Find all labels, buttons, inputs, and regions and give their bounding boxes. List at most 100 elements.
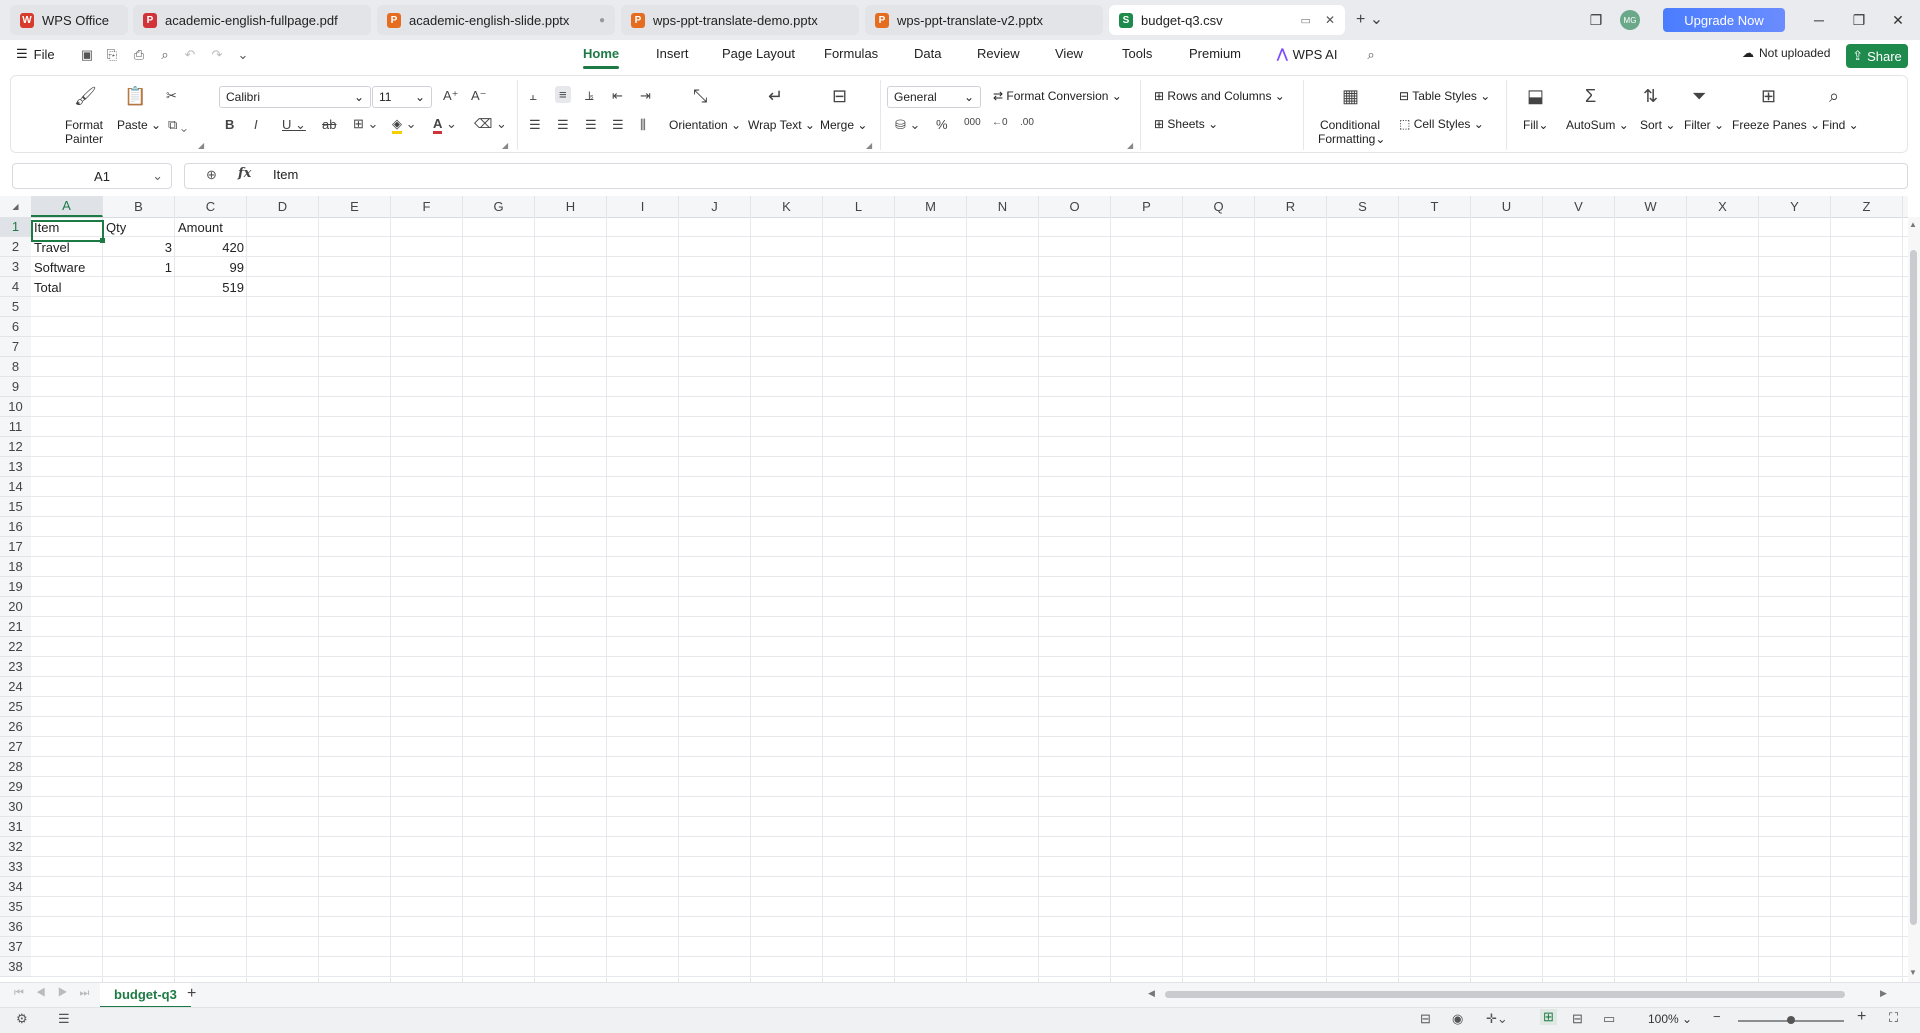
- row-header[interactable]: 7: [0, 337, 31, 357]
- cell-styles-button[interactable]: ⬚ Cell Styles ⌄: [1399, 117, 1484, 131]
- row-header[interactable]: 20: [0, 597, 31, 617]
- row-header[interactable]: 13: [0, 457, 31, 477]
- scroll-down-icon[interactable]: ▼: [1909, 968, 1917, 977]
- row-header[interactable]: 4: [0, 277, 31, 297]
- cut-icon[interactable]: ✂: [166, 88, 177, 104]
- font-name-select[interactable]: Calibri ⌄: [219, 86, 371, 108]
- cell-a4[interactable]: Total: [31, 277, 103, 297]
- tab-page-layout[interactable]: Page Layout: [722, 46, 795, 61]
- strikethrough-icon[interactable]: ab: [322, 117, 336, 132]
- tab-premium[interactable]: Premium: [1189, 46, 1241, 61]
- row-header[interactable]: 2: [0, 237, 31, 257]
- sheets-button[interactable]: ⊞ Sheets ⌄: [1154, 117, 1218, 131]
- cell-c1[interactable]: Amount: [175, 217, 247, 237]
- print-preview-icon[interactable]: ⌕: [156, 46, 174, 64]
- fill-icon[interactable]: ⬓: [1527, 86, 1544, 107]
- row-header[interactable]: 22: [0, 637, 31, 657]
- undo-icon[interactable]: ↶: [181, 46, 199, 64]
- merge-button[interactable]: Merge ⌄: [820, 118, 867, 132]
- minimize-icon[interactable]: ─: [1805, 8, 1833, 32]
- row-header[interactable]: 12: [0, 437, 31, 457]
- autosum-icon[interactable]: Σ: [1585, 86, 1596, 107]
- tab-preview-icon[interactable]: ▭: [1301, 14, 1311, 27]
- tab-tools[interactable]: Tools: [1122, 46, 1152, 61]
- find-icon[interactable]: ⌕: [1829, 86, 1839, 107]
- row-header[interactable]: 14: [0, 477, 31, 497]
- row-header[interactable]: 34: [0, 877, 31, 897]
- window-options-icon[interactable]: ❐: [1582, 8, 1610, 32]
- row-header[interactable]: 28: [0, 757, 31, 777]
- vertical-scroll-thumb[interactable]: [1910, 250, 1917, 925]
- sheet-nav-arrows[interactable]: ⏮◀▶⏭: [14, 987, 101, 1000]
- zoom-formula-icon[interactable]: ⊕: [206, 167, 217, 183]
- cell-b1[interactable]: Qty: [103, 217, 175, 237]
- new-tab-icon[interactable]: + ⌄: [1356, 9, 1383, 29]
- cell-b2[interactable]: 3: [103, 237, 175, 257]
- row-header[interactable]: 6: [0, 317, 31, 337]
- row-header[interactable]: 18: [0, 557, 31, 577]
- column-header[interactable]: M: [895, 196, 967, 217]
- tab-formulas[interactable]: Formulas: [824, 46, 878, 61]
- tab-home[interactable]: Home: [583, 46, 619, 61]
- add-sheet-icon[interactable]: +: [187, 985, 196, 1003]
- row-header[interactable]: 15: [0, 497, 31, 517]
- clipboard-launcher-icon[interactable]: ◢: [198, 141, 204, 150]
- merge-icon[interactable]: ⊟: [832, 86, 847, 107]
- align-bottom-icon[interactable]: ⫡: [585, 88, 594, 104]
- row-header[interactable]: 29: [0, 777, 31, 797]
- align-center-icon[interactable]: ☰: [557, 117, 569, 133]
- filter-icon[interactable]: ⏷: [1692, 86, 1706, 107]
- column-header[interactable]: Y: [1759, 196, 1831, 217]
- redo-icon[interactable]: ↷: [208, 46, 226, 64]
- customize-dropdown-icon[interactable]: ⌄: [234, 46, 252, 64]
- conditional-formatting-icon[interactable]: ▦: [1342, 86, 1359, 107]
- sheet-tab[interactable]: budget-q3: [100, 983, 191, 1008]
- column-header[interactable]: B: [103, 196, 175, 217]
- row-header[interactable]: 36: [0, 917, 31, 937]
- italic-icon[interactable]: I: [254, 117, 258, 132]
- freeze-panes-button[interactable]: Freeze Panes ⌄: [1732, 118, 1820, 132]
- macro-icon[interactable]: ⚙: [16, 1011, 28, 1027]
- column-header[interactable]: V: [1543, 196, 1615, 217]
- bold-icon[interactable]: B: [225, 117, 234, 132]
- number-launcher-icon[interactable]: ◢: [1127, 141, 1133, 150]
- file-menu[interactable]: ☰ File: [16, 46, 55, 62]
- thousands-separator-icon[interactable]: 000: [964, 117, 981, 128]
- column-header[interactable]: H: [535, 196, 607, 217]
- export-icon[interactable]: ⎘: [103, 46, 121, 64]
- page-break-view-icon[interactable]: ⊟: [1572, 1011, 1583, 1027]
- column-header[interactable]: W: [1615, 196, 1687, 217]
- borders-icon[interactable]: ⊞ ⌄: [353, 116, 378, 132]
- column-header[interactable]: J: [679, 196, 751, 217]
- number-format-select[interactable]: General ⌄: [887, 86, 981, 108]
- read-mode-icon[interactable]: ⊟: [1420, 1011, 1431, 1027]
- alignment-launcher-icon[interactable]: ◢: [866, 141, 872, 150]
- currency-icon[interactable]: ⛁ ⌄: [895, 117, 920, 133]
- share-button[interactable]: ⇪ Share: [1846, 44, 1908, 68]
- tab-review[interactable]: Review: [977, 46, 1020, 61]
- row-header[interactable]: 1: [0, 217, 31, 237]
- row-header[interactable]: 24: [0, 677, 31, 697]
- column-header[interactable]: I: [607, 196, 679, 217]
- tab-data[interactable]: Data: [914, 46, 941, 61]
- cell-c4[interactable]: 519: [175, 277, 247, 297]
- column-header[interactable]: E: [319, 196, 391, 217]
- percent-icon[interactable]: %: [936, 117, 948, 132]
- format-painter-button[interactable]: Format Painter: [64, 118, 104, 146]
- zoom-level[interactable]: 100% ⌄: [1648, 1012, 1692, 1026]
- tab-insert[interactable]: Insert: [656, 46, 689, 61]
- row-header[interactable]: 3: [0, 257, 31, 277]
- column-header[interactable]: N: [967, 196, 1039, 217]
- sort-icon[interactable]: ⇅: [1643, 86, 1658, 107]
- wps-ai-button[interactable]: ⋀ WPS AI: [1277, 46, 1337, 62]
- formula-bar[interactable]: [184, 163, 1908, 189]
- align-left-icon[interactable]: ☰: [529, 117, 541, 133]
- column-header[interactable]: L: [823, 196, 895, 217]
- avatar[interactable]: MG: [1620, 10, 1640, 30]
- row-header[interactable]: 17: [0, 537, 31, 557]
- function-icon[interactable]: fx: [238, 166, 251, 181]
- column-header[interactable]: Q: [1183, 196, 1255, 217]
- align-middle-icon[interactable]: ≡: [555, 86, 571, 103]
- column-header[interactable]: A: [31, 196, 103, 217]
- align-right-icon[interactable]: ☰: [585, 117, 597, 133]
